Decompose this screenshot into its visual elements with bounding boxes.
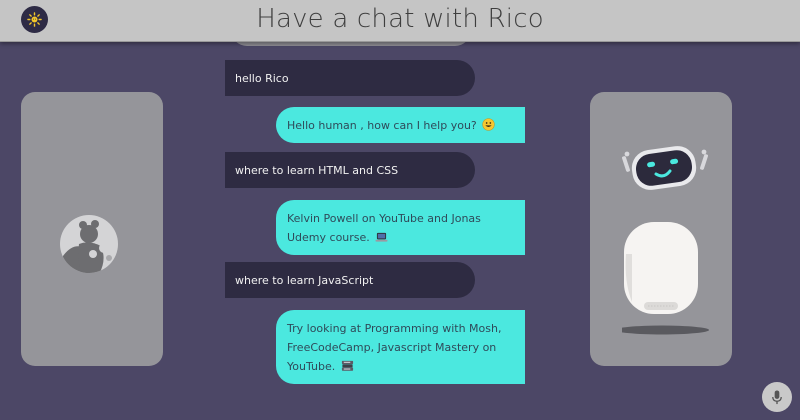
page-title: Have a chat with Rico xyxy=(256,4,544,34)
bot-panel xyxy=(590,92,732,366)
grinning-face-icon xyxy=(482,118,495,131)
message-text: where to learn JavaScript xyxy=(235,274,374,287)
microphone-button[interactable] xyxy=(762,382,792,412)
previous-message-fragment xyxy=(231,42,471,46)
header-bar: Have a chat with Rico xyxy=(0,0,800,42)
message-text: hello Rico xyxy=(235,72,289,85)
message-text: Try looking at Programming with Mosh, Fr… xyxy=(287,322,502,373)
books-icon xyxy=(341,360,353,371)
user-message: where to learn JavaScript xyxy=(225,262,475,298)
message-text: where to learn HTML and CSS xyxy=(235,164,399,177)
rico-robot xyxy=(615,142,712,341)
laptop-icon xyxy=(375,232,388,242)
robot-icon xyxy=(615,146,709,335)
chat-window[interactable]: hello Rico Hello human , how can I help … xyxy=(225,42,527,420)
microphone-icon xyxy=(772,389,782,404)
user-avatar xyxy=(59,214,119,278)
user-message: hello Rico xyxy=(225,60,475,96)
user-avatar-icon xyxy=(60,215,118,273)
bot-message: Try looking at Programming with Mosh, Fr… xyxy=(276,310,525,384)
user-message: where to learn HTML and CSS xyxy=(225,152,475,188)
bot-message: Hello human , how can I help you? xyxy=(276,107,525,143)
user-panel xyxy=(21,92,163,366)
message-text: Hello human , how can I help you? xyxy=(287,119,477,132)
bot-message: Kelvin Powell on YouTube and Jonas Udemy… xyxy=(276,200,525,255)
